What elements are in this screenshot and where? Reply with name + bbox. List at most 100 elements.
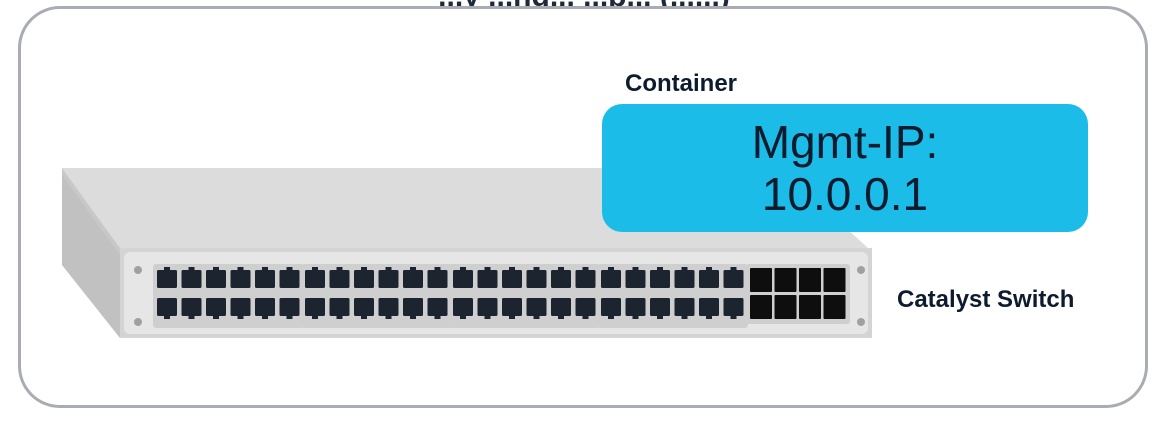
port-latch [706,267,712,270]
ethernet-port [575,298,596,316]
port-latch [213,267,219,270]
ethernet-port [157,270,177,288]
ethernet-port [526,298,547,316]
port-latch [730,316,737,319]
ethernet-port [601,298,621,316]
port-latch [509,316,515,319]
ethernet-port [601,270,621,288]
port-latch [312,316,318,319]
ethernet-port [279,270,300,288]
ethernet-port [378,270,399,288]
ethernet-port [403,270,423,288]
ethernet-port [477,298,498,316]
switch-label: Catalyst Switch [897,286,1075,313]
uplink-port [799,295,821,319]
ethernet-port [279,298,300,316]
ethernet-port [181,298,202,316]
ethernet-port [699,298,719,316]
port-latch [460,316,466,319]
ethernet-port [650,270,670,288]
ethernet-port [674,298,695,316]
ethernet-port [551,298,571,316]
ethernet-port [650,298,670,316]
ethernet-port [699,270,719,288]
ethernet-port [723,270,744,288]
port-latch [164,267,170,270]
screw-bottom-left [134,318,142,326]
port-latch [434,316,441,319]
port-latch [164,316,170,319]
uplink-port [823,268,846,292]
port-latch [237,267,244,270]
port-latch [484,267,491,270]
port-latch [558,267,564,270]
port-latch [286,316,293,319]
port-latch [188,316,195,319]
port-latch [213,316,219,319]
port-latch [533,267,540,270]
port-latch [681,316,688,319]
ethernet-port [502,298,522,316]
uplink-port [774,268,797,292]
ethernet-port [305,270,325,288]
ethernet-port [329,270,350,288]
port-latch [632,316,639,319]
port-latch [410,316,416,319]
ethernet-port [378,298,399,316]
ethernet-port [477,270,498,288]
port-latch [730,267,737,270]
ethernet-port [551,270,571,288]
ethernet-port [354,298,374,316]
ethernet-port [403,298,423,316]
ethernet-port [255,298,275,316]
ethernet-port [181,270,202,288]
port-latch [237,316,244,319]
port-latch [361,267,367,270]
port-latch [484,316,491,319]
port-latch [608,267,614,270]
port-latch [632,267,639,270]
ethernet-port [575,270,596,288]
ethernet-port [674,270,695,288]
port-latch [582,267,589,270]
ethernet-port [230,298,251,316]
port-latch [361,316,367,319]
port-latch [188,267,195,270]
port-latch [582,316,589,319]
container-label: Container [625,70,738,97]
port-latch [312,267,318,270]
port-latch [533,316,540,319]
uplink-port [799,268,821,292]
ethernet-port [354,270,374,288]
ethernet-port [206,298,226,316]
mgmt-ip-address: 10.0.0.1 [761,168,929,220]
uplink-port [823,295,846,319]
port-latch [410,267,416,270]
port-latch [262,267,268,270]
screw-top-right [857,266,865,274]
port-latch [385,316,392,319]
ethernet-port [526,270,547,288]
ethernet-port [427,270,448,288]
switch-port-layer [153,264,850,328]
screw-top-left [134,266,142,274]
port-latch [706,316,712,319]
ethernet-port [230,270,251,288]
uplink-port [774,295,797,319]
port-latch [286,267,293,270]
port-latch [262,316,268,319]
ethernet-port [255,270,275,288]
port-latch [657,316,663,319]
port-latch [385,267,392,270]
uplink-port [750,295,772,319]
uplink-port [750,268,772,292]
ethernet-port [502,270,522,288]
port-latch [657,267,663,270]
screw-bottom-right [857,318,865,326]
port-latch [336,316,343,319]
ethernet-port [625,270,646,288]
ethernet-port [723,298,744,316]
ethernet-port [625,298,646,316]
ethernet-port [157,298,177,316]
ethernet-port [453,298,473,316]
